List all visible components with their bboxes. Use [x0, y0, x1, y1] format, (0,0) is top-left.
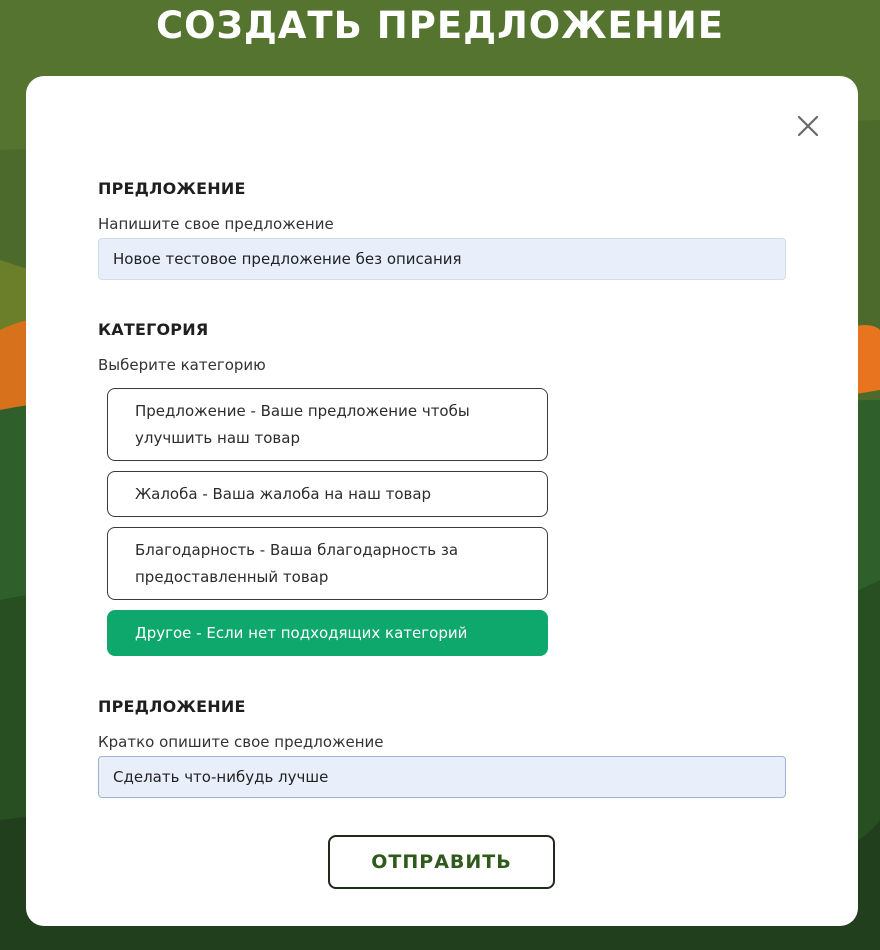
proposal-heading: ПРЕДЛОЖЕНИЕ — [98, 179, 246, 198]
proposal-label: Напишите свое предложение — [98, 215, 334, 233]
close-icon — [797, 115, 819, 137]
description-input[interactable] — [98, 756, 786, 798]
category-option-text: Благодарность - Ваша благодарность за пр… — [135, 541, 459, 586]
close-button[interactable] — [796, 114, 820, 138]
description-label: Кратко опишите свое предложение — [98, 733, 384, 751]
category-option-proposal[interactable]: Предложение - Ваше предложение чтобы улу… — [107, 388, 548, 461]
category-option-other[interactable]: Другое - Если нет подходящих категорий — [107, 610, 548, 656]
category-option-text: Жалоба - Ваша жалоба на наш товар — [135, 485, 432, 503]
category-option-gratitude[interactable]: Благодарность - Ваша благодарность за пр… — [107, 527, 548, 600]
create-proposal-modal: ПРЕДЛОЖЕНИЕ Напишите свое предложение КА… — [26, 76, 858, 926]
category-heading: КАТЕГОРИЯ — [98, 320, 209, 339]
description-heading: ПРЕДЛОЖЕНИЕ — [98, 697, 246, 716]
submit-button[interactable]: ОТПРАВИТЬ — [328, 835, 555, 889]
category-option-text: Предложение - Ваше предложение чтобы улу… — [135, 402, 470, 447]
category-option-complaint[interactable]: Жалоба - Ваша жалоба на наш товар — [107, 471, 548, 517]
category-option-text: Другое - Если нет подходящих категорий — [135, 624, 468, 642]
category-label: Выберите категорию — [98, 356, 266, 374]
page-title: СОЗДАТЬ ПРЕДЛОЖЕНИЕ — [155, 4, 725, 47]
page: СОЗДАТЬ ПРЕДЛОЖЕНИЕ ПРЕДЛОЖЕНИЕ Напишите… — [0, 0, 880, 950]
proposal-input[interactable] — [98, 238, 786, 280]
